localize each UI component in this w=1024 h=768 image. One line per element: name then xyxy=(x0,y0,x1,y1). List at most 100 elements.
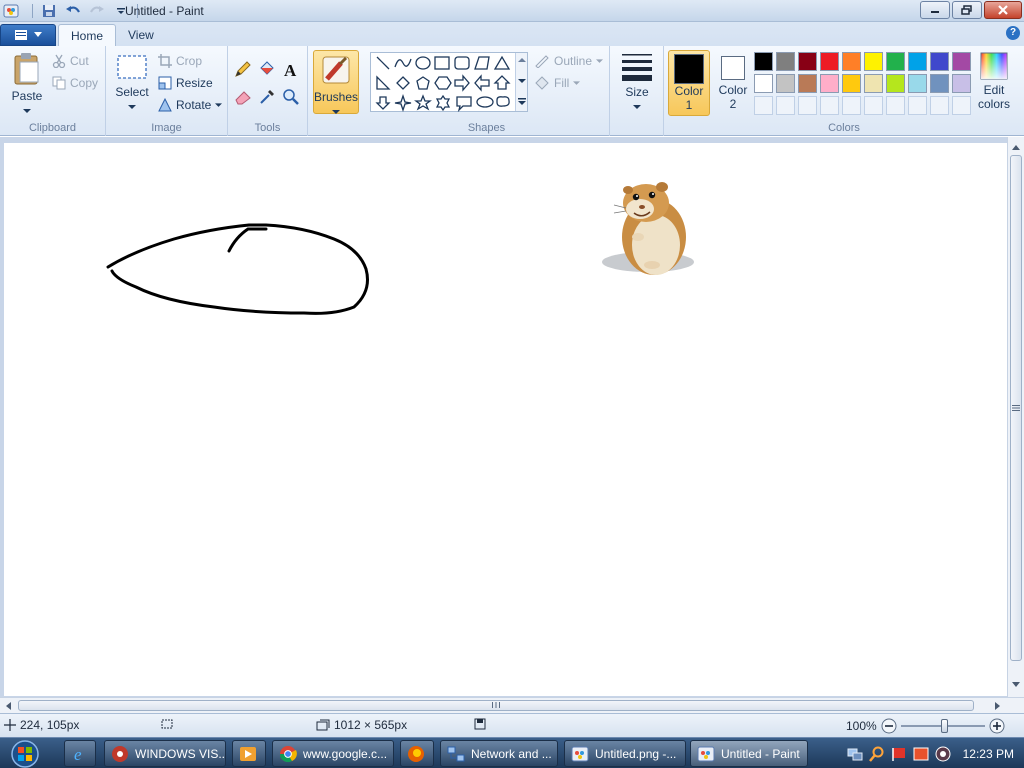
color2-button[interactable]: Color 2 xyxy=(712,50,754,116)
copy-button[interactable]: Copy xyxy=(52,74,98,92)
tab-view[interactable]: View xyxy=(116,24,166,46)
media-player-icon xyxy=(112,745,128,762)
palette-swatch-empty[interactable] xyxy=(952,96,971,115)
select-button[interactable]: Select xyxy=(112,52,152,113)
taskbar-item-label: www.google.c... xyxy=(303,746,388,761)
palette-swatch[interactable] xyxy=(842,74,861,93)
palette-swatch-empty[interactable] xyxy=(930,96,949,115)
minimize-button[interactable] xyxy=(920,1,950,19)
palette-swatch[interactable] xyxy=(886,52,905,71)
palette-swatch-empty[interactable] xyxy=(864,96,883,115)
palette-swatch-empty[interactable] xyxy=(798,96,817,115)
start-button[interactable] xyxy=(6,739,44,768)
palette-swatch-empty[interactable] xyxy=(820,96,839,115)
taskbar-ie-button[interactable]: e xyxy=(64,740,96,767)
color1-button[interactable]: Color 1 xyxy=(668,50,710,116)
zoom-slider[interactable] xyxy=(900,719,985,733)
palette-swatch[interactable] xyxy=(864,74,883,93)
shapes-gallery-grid[interactable] xyxy=(373,53,523,113)
palette-swatch[interactable] xyxy=(908,52,927,71)
color-picker-tool[interactable] xyxy=(256,86,278,108)
palette-swatch-empty[interactable] xyxy=(886,96,905,115)
outline-button[interactable]: Outline xyxy=(534,52,604,70)
rotate-button[interactable]: Rotate xyxy=(158,96,223,114)
tray-search-icon[interactable] xyxy=(868,746,885,762)
clock[interactable]: 12:23 PM xyxy=(963,747,1014,761)
palette-swatch[interactable] xyxy=(886,74,905,93)
palette-swatch[interactable] xyxy=(952,52,971,71)
pencil-tool[interactable] xyxy=(232,58,254,80)
tray-volume-icon[interactable] xyxy=(935,746,951,762)
ribbon-tab-row: Home View ? xyxy=(0,22,1024,46)
close-button[interactable] xyxy=(984,1,1022,19)
rotate-icon xyxy=(158,98,172,112)
paint-app-icon[interactable] xyxy=(3,3,19,19)
palette-swatch[interactable] xyxy=(952,74,971,93)
palette-swatch[interactable] xyxy=(798,74,817,93)
taskbar-item-untitled-png[interactable]: Untitled.png -... xyxy=(564,740,686,767)
resize-icon xyxy=(158,76,172,90)
palette-swatch[interactable] xyxy=(754,52,773,71)
help-icon[interactable]: ? xyxy=(1006,26,1020,40)
edit-colors-button[interactable]: Edit colors xyxy=(974,52,1014,111)
paint-menu-button[interactable] xyxy=(0,24,56,46)
text-tool[interactable]: A xyxy=(280,58,302,80)
palette-swatch-empty[interactable] xyxy=(908,96,927,115)
paint-icon xyxy=(571,746,589,761)
size-button[interactable]: Size xyxy=(616,52,658,113)
palette-swatch[interactable] xyxy=(842,52,861,71)
cut-button[interactable]: Cut xyxy=(52,52,89,70)
shapes-gallery-scroller[interactable] xyxy=(515,53,527,111)
paste-button[interactable]: Paste xyxy=(8,52,46,117)
palette-swatch[interactable] xyxy=(864,52,883,71)
redo-icon[interactable] xyxy=(87,2,107,20)
eraser-tool[interactable] xyxy=(232,86,254,108)
palette-swatch[interactable] xyxy=(776,74,795,93)
crop-button[interactable]: Crop xyxy=(158,52,202,70)
drawing-canvas[interactable] xyxy=(4,143,1010,696)
scroll-right-icon[interactable] xyxy=(990,699,1004,713)
scroll-up-icon[interactable] xyxy=(1008,141,1024,155)
edit-colors-label: Edit xyxy=(983,83,1005,97)
palette-swatch[interactable] xyxy=(820,74,839,93)
scroll-left-icon[interactable] xyxy=(2,699,16,713)
brushes-button[interactable]: Brushes xyxy=(313,50,359,114)
zoom-slider-thumb[interactable] xyxy=(940,719,948,733)
palette-swatch[interactable] xyxy=(908,74,927,93)
taskbar-item-google[interactable]: www.google.c... xyxy=(272,740,394,767)
tray-app-icon[interactable] xyxy=(913,746,929,762)
palette-swatch[interactable] xyxy=(930,74,949,93)
save-icon[interactable] xyxy=(39,2,59,20)
taskbar-media-button[interactable] xyxy=(232,740,266,767)
palette-swatch[interactable] xyxy=(798,52,817,71)
palette-swatch[interactable] xyxy=(820,52,839,71)
palette-swatch-empty[interactable] xyxy=(776,96,795,115)
taskbar-item-untitled-paint[interactable]: Untitled - Paint xyxy=(690,740,808,767)
taskbar-item-windows-vista[interactable]: WINDOWS VIS... xyxy=(104,740,226,767)
canvas-drawing xyxy=(106,182,694,315)
palette-swatch-empty[interactable] xyxy=(842,96,861,115)
restore-button[interactable] xyxy=(952,1,982,19)
tab-home[interactable]: Home xyxy=(58,24,117,46)
fill-tool[interactable] xyxy=(256,58,278,80)
palette-swatch[interactable] xyxy=(776,52,795,71)
tray-network-icon[interactable] xyxy=(847,746,863,762)
zoom-in-icon[interactable] xyxy=(989,718,1005,734)
palette-swatch[interactable] xyxy=(930,52,949,71)
taskbar-item-network[interactable]: Network and ... xyxy=(440,740,558,767)
fill-button[interactable]: Fill xyxy=(534,74,581,92)
horizontal-scrollbar[interactable] xyxy=(0,697,1024,713)
horizontal-scroll-thumb[interactable] xyxy=(18,700,974,711)
tray-flag-icon[interactable] xyxy=(891,746,907,762)
palette-swatch-empty[interactable] xyxy=(754,96,773,115)
zoom-out-icon[interactable] xyxy=(881,718,897,734)
vertical-scroll-thumb[interactable] xyxy=(1010,155,1022,661)
taskbar-app-button[interactable] xyxy=(400,740,434,767)
scroll-down-icon[interactable] xyxy=(1008,677,1024,691)
vertical-scrollbar[interactable] xyxy=(1007,137,1024,697)
resize-button[interactable]: Resize xyxy=(158,74,213,92)
undo-icon[interactable] xyxy=(63,2,83,20)
palette-swatch[interactable] xyxy=(754,74,773,93)
magnifier-tool[interactable] xyxy=(280,86,302,108)
chevron-down-icon xyxy=(23,109,31,113)
